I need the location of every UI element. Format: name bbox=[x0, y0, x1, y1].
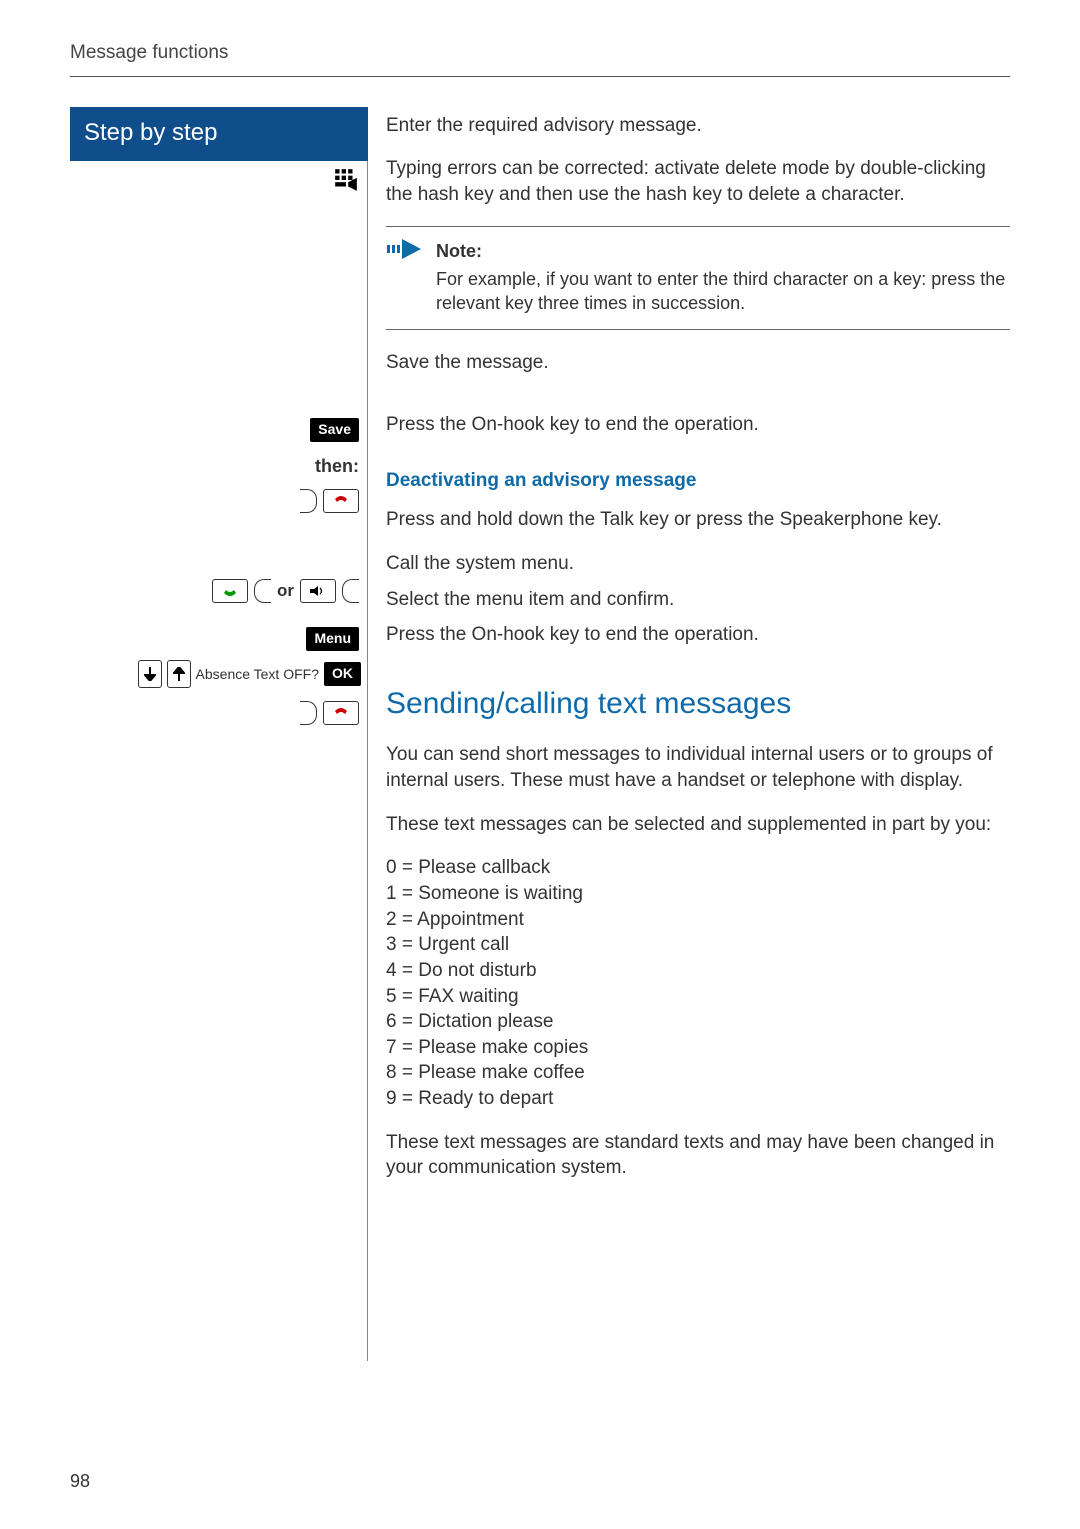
list-item: 0 = Please callback bbox=[386, 855, 1010, 881]
save-softkey: Save bbox=[310, 418, 359, 442]
down-arrow-key bbox=[138, 660, 162, 688]
list-item: 6 = Dictation please bbox=[386, 1009, 1010, 1035]
press-onhook-text-1: Press the On-hook key to end the operati… bbox=[386, 412, 1010, 438]
press-onhook-text-2: Press the On-hook key to end the operati… bbox=[386, 622, 1010, 648]
menu-softkey-slot: Menu bbox=[306, 627, 359, 651]
step-by-step-header: Step by step bbox=[70, 107, 368, 161]
speaker-key-curve bbox=[342, 579, 359, 603]
list-item: 5 = FAX waiting bbox=[386, 984, 1010, 1010]
save-msg-text: Save the message. bbox=[386, 350, 1010, 376]
content-columns: Step by step bbox=[70, 107, 1010, 1361]
list-item: 7 = Please make copies bbox=[386, 1035, 1010, 1061]
keypad-icon bbox=[333, 167, 359, 193]
or-label: or bbox=[277, 580, 294, 603]
note-title: Note: bbox=[436, 239, 1010, 263]
list-item: 3 = Urgent call bbox=[386, 932, 1010, 958]
list-item: 8 = Please make coffee bbox=[386, 1060, 1010, 1086]
menu-softkey: Menu bbox=[306, 627, 359, 651]
left-margin-area: Save then: bbox=[70, 161, 368, 1361]
note-box: Note: For example, if you want to enter … bbox=[386, 226, 1010, 331]
message-code-list: 0 = Please callback 1 = Someone is waiti… bbox=[386, 855, 1010, 1111]
enter-advisory-text: Enter the required advisory message. bbox=[386, 113, 1010, 139]
list-item: 4 = Do not disturb bbox=[386, 958, 1010, 984]
running-head: Message functions bbox=[70, 40, 1010, 77]
ok-softkey: OK bbox=[324, 662, 361, 686]
onhook-key-curve-2 bbox=[300, 701, 317, 725]
onhook-key-icon-1 bbox=[323, 489, 359, 513]
talk-key-curve bbox=[254, 579, 271, 603]
call-menu-text: Call the system menu. bbox=[386, 551, 1010, 577]
note-arrow-icon bbox=[386, 239, 422, 316]
up-arrow-key bbox=[167, 660, 191, 688]
talk-key-icon bbox=[212, 579, 248, 603]
select-confirm-text: Select the menu item and confirm. bbox=[386, 587, 1010, 613]
speaker-key-icon bbox=[300, 579, 336, 603]
keypad-icon-slot bbox=[333, 167, 359, 193]
supplement-intro-text: These text messages can be selected and … bbox=[386, 812, 1010, 838]
right-column: Enter the required advisory message. Typ… bbox=[368, 107, 1010, 1361]
left-column: Step by step bbox=[70, 107, 368, 1361]
list-item: 9 = Ready to depart bbox=[386, 1086, 1010, 1112]
note-text: For example, if you want to enter the th… bbox=[436, 267, 1010, 316]
manual-page: Message functions Step by step bbox=[0, 0, 1080, 1529]
sending-heading: Sending/calling text messages bbox=[386, 684, 1010, 725]
absence-select-slot: Absence Text OFF? OK bbox=[138, 660, 361, 688]
list-item: 2 = Appointment bbox=[386, 907, 1010, 933]
talk-or-speaker-slot: or bbox=[212, 579, 359, 603]
standard-texts-note: These text messages are standard texts a… bbox=[386, 1130, 1010, 1181]
then-label-slot: then: bbox=[315, 454, 359, 478]
deactivate-heading: Deactivating an advisory message bbox=[386, 468, 1010, 494]
save-softkey-slot: Save bbox=[310, 418, 359, 442]
onhook-key-slot-1 bbox=[300, 489, 359, 513]
then-label: then: bbox=[315, 454, 359, 478]
press-talk-text: Press and hold down the Talk key or pres… bbox=[386, 507, 1010, 533]
onhook-key-slot-2 bbox=[300, 701, 359, 725]
sending-intro-text: You can send short messages to individua… bbox=[386, 742, 1010, 793]
typing-errors-text: Typing errors can be corrected: activate… bbox=[386, 156, 1010, 207]
onhook-key-curve-1 bbox=[300, 489, 317, 513]
note-body: Note: For example, if you want to enter … bbox=[436, 239, 1010, 316]
page-number: 98 bbox=[70, 1469, 90, 1493]
list-item: 1 = Someone is waiting bbox=[386, 881, 1010, 907]
onhook-key-icon-2 bbox=[323, 701, 359, 725]
absence-text-label: Absence Text OFF? bbox=[196, 665, 319, 684]
